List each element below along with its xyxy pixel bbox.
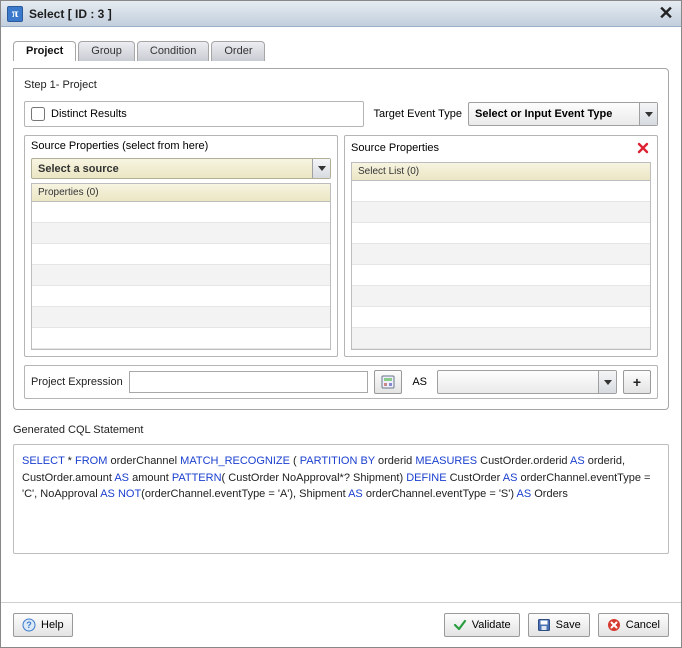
tab-project[interactable]: Project (13, 41, 76, 61)
cancel-button[interactable]: Cancel (598, 613, 669, 637)
tab-group[interactable]: Group (78, 41, 135, 61)
selectlist-table[interactable] (351, 180, 651, 350)
table-row (352, 307, 650, 328)
project-expression-label: Project Expression (31, 376, 123, 388)
chevron-down-icon[interactable] (312, 159, 330, 178)
table-row (352, 223, 650, 244)
tab-condition[interactable]: Condition (137, 41, 209, 61)
dialog-footer: ? Help Validate Save Cancel (1, 602, 681, 647)
generated-cql-label: Generated CQL Statement (13, 424, 669, 436)
help-button[interactable]: ? Help (13, 613, 73, 637)
source-panels: Source Properties (select from here) Sel… (24, 135, 658, 357)
target-wrap: Target Event Type Select or Input Event … (370, 102, 658, 126)
tabs: Project Group Condition Order (13, 41, 669, 61)
source-properties-left-panel: Source Properties (select from here) Sel… (24, 135, 338, 357)
help-icon: ? (22, 618, 36, 632)
tab-order[interactable]: Order (211, 41, 265, 61)
table-row (352, 328, 650, 349)
select-source-value: Select a source (32, 159, 312, 178)
close-icon[interactable]: ✕ (657, 5, 675, 23)
target-event-type-value: Select or Input Event Type (469, 103, 639, 125)
table-row (32, 244, 330, 265)
validate-button[interactable]: Validate (444, 613, 520, 637)
cancel-icon (607, 618, 621, 632)
project-expression-row: Project Expression AS + (24, 365, 658, 399)
step-label: Step 1- Project (24, 79, 658, 91)
save-icon (537, 618, 551, 632)
table-row (32, 307, 330, 328)
titlebar: π Select [ ID : 3 ] ✕ (1, 1, 681, 27)
remove-icon[interactable] (635, 140, 651, 156)
table-row (32, 202, 330, 223)
generated-cql-statement: SELECT * FROM orderChannel MATCH_RECOGNI… (13, 444, 669, 554)
table-row (32, 328, 330, 349)
add-expression-button[interactable]: + (623, 370, 651, 394)
source-properties-right-panel: Source Properties Select List (0) (344, 135, 658, 357)
selectlist-column-head: Select List (0) (351, 162, 651, 180)
properties-column-head: Properties (0) (31, 183, 331, 201)
cancel-label: Cancel (626, 619, 660, 631)
distinct-checkbox[interactable] (31, 107, 45, 121)
select-source-combo[interactable]: Select a source (31, 158, 331, 179)
help-label: Help (41, 619, 64, 631)
distinct-box: Distinct Results (24, 101, 364, 127)
expression-icon (381, 375, 395, 389)
target-event-type-combo[interactable]: Select or Input Event Type (468, 102, 658, 126)
properties-table[interactable] (31, 201, 331, 350)
source-left-title: Source Properties (select from here) (25, 136, 337, 156)
table-row (32, 286, 330, 307)
source-right-title: Source Properties (351, 142, 439, 154)
expression-builder-button[interactable] (374, 370, 402, 394)
table-row (352, 265, 650, 286)
project-expression-input[interactable] (129, 371, 369, 393)
svg-text:?: ? (26, 620, 32, 630)
select-dialog: π Select [ ID : 3 ] ✕ Project Group Cond… (0, 0, 682, 648)
chevron-down-icon[interactable] (598, 371, 616, 393)
tab-panel-project: Step 1- Project Distinct Results Target … (13, 68, 669, 410)
table-row (352, 244, 650, 265)
table-row (32, 223, 330, 244)
alias-combo[interactable] (437, 370, 617, 394)
dialog-content: Project Group Condition Order Step 1- Pr… (1, 27, 681, 602)
table-row (352, 202, 650, 223)
as-label: AS (408, 376, 431, 388)
dialog-title: Select [ ID : 3 ] (29, 7, 657, 21)
table-row (352, 181, 650, 202)
validate-label: Validate (472, 619, 511, 631)
save-label: Save (556, 619, 581, 631)
table-row (352, 286, 650, 307)
source-right-header: Source Properties (345, 136, 657, 160)
save-button[interactable]: Save (528, 613, 590, 637)
alias-value (438, 371, 598, 393)
row-distinct-target: Distinct Results Target Event Type Selec… (24, 101, 658, 127)
target-label: Target Event Type (374, 108, 462, 120)
distinct-label: Distinct Results (51, 108, 127, 120)
pi-icon: π (7, 6, 23, 22)
table-row (32, 265, 330, 286)
check-icon (453, 618, 467, 632)
chevron-down-icon[interactable] (639, 103, 657, 125)
